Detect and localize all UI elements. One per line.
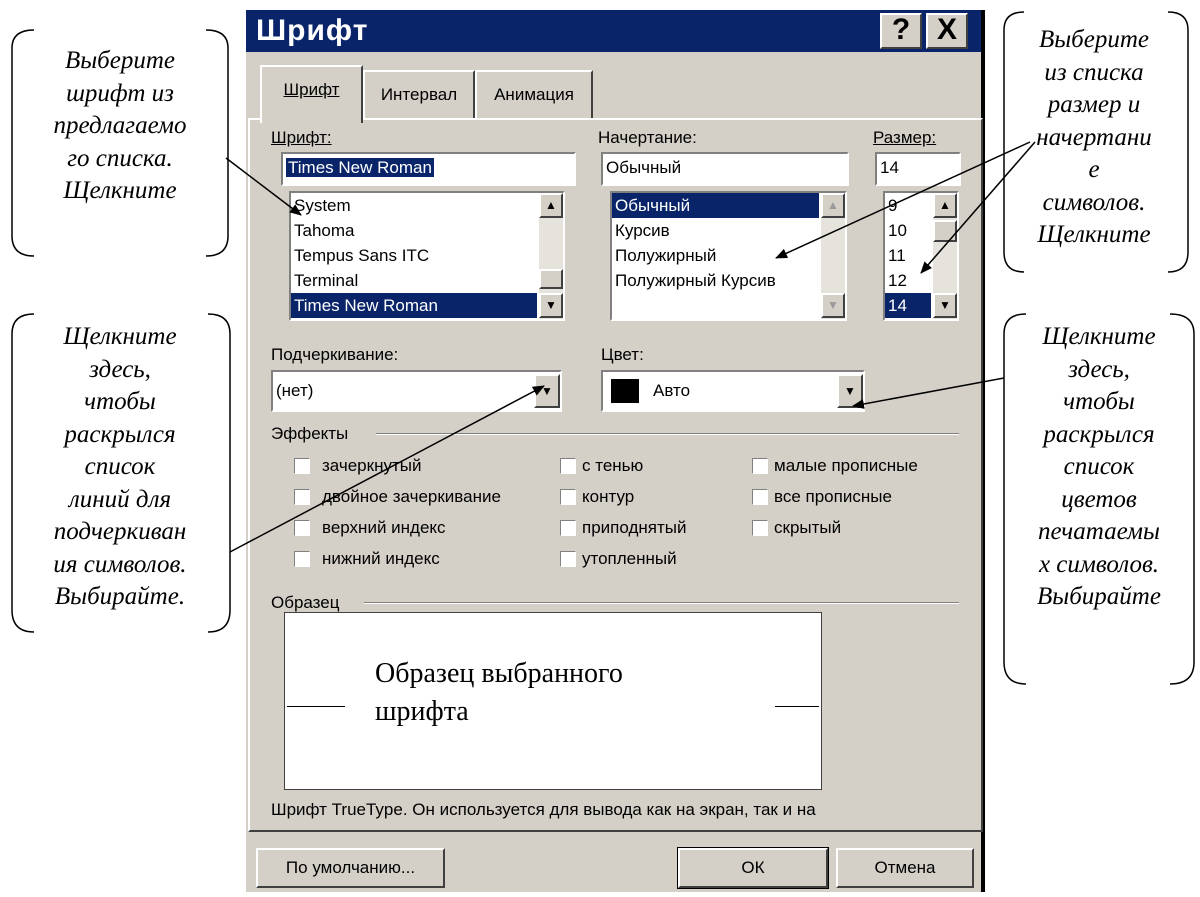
bracket-right (205, 29, 229, 257)
arrow-to-size-list (920, 141, 1036, 274)
bracket-left (11, 29, 35, 257)
bracket-left (1003, 313, 1027, 685)
arrow-to-color-dropdown (852, 377, 1005, 409)
arrow-to-font-list (225, 157, 302, 216)
tab-font[interactable]: Шрифт (260, 65, 363, 123)
bracket-right (1167, 11, 1189, 273)
bracket-right (1169, 313, 1195, 685)
annotation-overlay (11, 11, 1195, 685)
arrow-to-style-list (775, 141, 1031, 259)
arrow-to-underline-dropdown (229, 385, 545, 553)
bracket-right (207, 313, 231, 633)
bracket-left (1003, 11, 1025, 273)
tab-font-label: Шрифт (283, 80, 340, 99)
bracket-left (11, 313, 35, 633)
